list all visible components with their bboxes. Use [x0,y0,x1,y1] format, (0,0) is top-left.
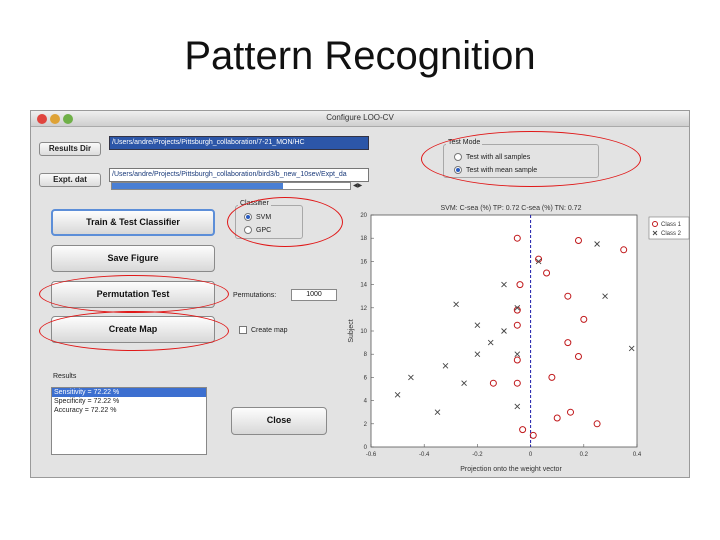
checkbox-icon [239,326,247,334]
x-tick-label: 0.2 [580,452,589,458]
create-map-checkbox-label: Create map [251,326,288,334]
results-label: Results [53,373,77,380]
x-tick-label: -0.6 [366,452,377,458]
y-tick-label: 2 [364,422,368,428]
expt-dat-field[interactable]: /Users/andre/Projects/Pittsburgh_collabo… [109,168,369,182]
y-tick-label: 4 [364,399,368,405]
projection-plot: -0.6 -0.4 -0.2 0 0.2 0.4 0 2 4 6 8 10 12 14 16 18 20 Clas… [348,205,690,473]
permutation-highlight-ellipse [39,275,229,313]
y-tick-label: 20 [360,213,367,219]
path-scrollbar[interactable] [111,182,351,190]
y-tick-label: 0 [364,445,368,451]
close-button[interactable]: Close [231,407,327,435]
results-list[interactable]: Sensitivity = 72.22 % Specificity = 72.2… [51,387,207,455]
y-tick-label: 6 [364,375,368,381]
chart-title: SVM: C-sea (%) TP: 0.72 C-sea (%) TN: 0.… [441,205,582,212]
y-tick-label: 18 [360,236,367,242]
window-titlebar: Configure LOO-CV [31,111,689,127]
classifier-highlight-ellipse [227,197,343,247]
train-test-classifier-button[interactable]: Train & Test Classifier [51,209,215,236]
scroll-arrows-icon[interactable]: ◀▶ [353,182,362,189]
y-tick-label: 8 [364,352,368,358]
x-tick-label: 0.4 [633,452,642,458]
permutations-label: Permutations: [233,292,277,299]
x-tick-label: -0.4 [419,452,430,458]
save-figure-button[interactable]: Save Figure [51,245,215,272]
test-mode-highlight-ellipse [421,131,641,187]
y-axis-label: Subject [348,319,355,342]
y-tick-label: 16 [360,259,367,265]
y-tick-label: 14 [360,283,367,289]
results-dir-field[interactable]: /Users/andre/Projects/Pittsburgh_collabo… [109,136,369,150]
y-tick-label: 12 [360,306,367,312]
result-accuracy: Accuracy = 72.22 % [54,407,117,414]
create-map-checkbox[interactable]: Create map [239,326,288,334]
x-tick-label: -0.2 [472,452,483,458]
result-sensitivity: Sensitivity = 72.22 % [52,388,206,397]
slide-title: Pattern Recognition [184,34,536,78]
result-specificity: Specificity = 72.22 % [54,398,120,405]
expt-dat-button[interactable]: Expt. dat [39,173,101,187]
legend-label: Class 1 [661,222,682,228]
x-axis-label: Projection onto the weight vector [460,466,562,473]
create-map-highlight-ellipse [39,311,229,351]
legend-label: Class 2 [661,231,682,237]
window-title: Configure LOO-CV [326,113,394,122]
y-tick-label: 10 [360,329,367,335]
path-scrollbar-fill [112,183,284,189]
results-dir-button[interactable]: Results Dir [39,142,101,156]
x-tick-label: 0 [529,452,533,458]
configure-window: Configure LOO-CV Results Dir /Users/andr… [30,110,690,478]
plot-layer: -0.6 -0.4 -0.2 0 0.2 0.4 0 2 4 6 8 10 12 14 16 18 20 Clas… [360,213,690,458]
